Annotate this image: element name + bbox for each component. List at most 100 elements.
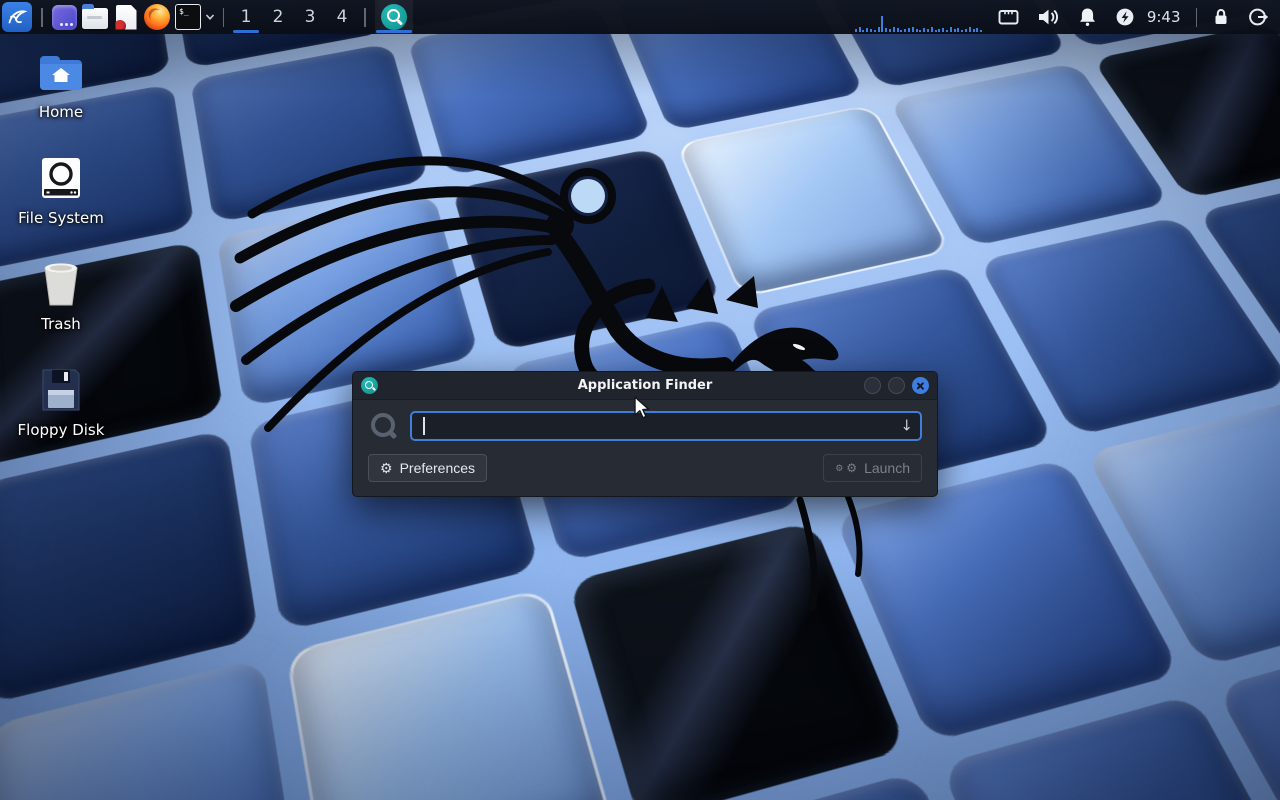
- cpu-graph-bar: [908, 28, 910, 32]
- application-finder-icon: [361, 377, 378, 394]
- cpu-graph-bar: [878, 27, 880, 32]
- mouse-cursor: [634, 396, 654, 422]
- minimize-button[interactable]: [864, 377, 881, 394]
- cpu-graph-bar: [893, 27, 895, 32]
- lock-icon: [1211, 6, 1231, 28]
- cpu-graph-bar: [927, 29, 929, 32]
- desktop-icon-label: Floppy Disk: [18, 421, 105, 439]
- network-tray-icon[interactable]: [989, 0, 1028, 34]
- cpu-graph-bar: [904, 29, 906, 32]
- workspace-4[interactable]: 4: [326, 0, 358, 34]
- workspace-1[interactable]: 1: [230, 0, 262, 34]
- launcher-terminal[interactable]: $_: [173, 0, 204, 34]
- cpu-graph[interactable]: [853, 0, 985, 34]
- desktop-icon-floppy-disk[interactable]: Floppy Disk: [17, 366, 105, 472]
- cpu-graph-bar: [950, 27, 952, 32]
- volume-tray-icon[interactable]: [1028, 0, 1069, 34]
- desktop-icon-trash[interactable]: Trash: [17, 260, 105, 366]
- panel-separator: [223, 8, 225, 27]
- cpu-graph-bar: [919, 30, 921, 32]
- launcher-text-editor[interactable]: [111, 0, 142, 34]
- terminal-icon: $_: [175, 4, 201, 30]
- desktop-icon-home[interactable]: Home: [17, 48, 105, 154]
- power-manager-tray-icon[interactable]: [1106, 0, 1144, 34]
- cpu-graph-bar: [935, 30, 937, 32]
- logout-button[interactable]: [1239, 0, 1278, 34]
- gear-icon: ⚙: [835, 464, 843, 473]
- cpu-graph-bar: [897, 28, 899, 32]
- cpu-graph-bar: [900, 30, 902, 32]
- preferences-button[interactable]: ⚙ Preferences: [368, 454, 487, 482]
- application-finder-window: Application Finder ↓ ⚙ Preferences ⚙ ⚙ L…: [352, 371, 938, 497]
- window-app-icon: [52, 5, 77, 30]
- workspace-3[interactable]: 3: [294, 0, 326, 34]
- terminal-dropdown[interactable]: [205, 12, 215, 22]
- desktop-icon-label: Trash: [41, 315, 81, 333]
- desktop-icon-label: File System: [18, 209, 104, 227]
- cpu-graph-bar: [874, 30, 876, 32]
- cpu-graph-bar: [980, 30, 982, 32]
- cpu-graph-bar: [923, 28, 925, 32]
- hard-drive-icon: [37, 154, 85, 202]
- close-button[interactable]: [912, 377, 929, 394]
- launcher-window-app[interactable]: [49, 0, 80, 34]
- cpu-graph-bar: [961, 30, 963, 32]
- home-folder-icon: [37, 48, 85, 96]
- cpu-graph-bar: [859, 27, 861, 32]
- power-bolt-icon: [1114, 6, 1136, 28]
- trash-icon: [37, 260, 85, 308]
- file-manager-icon: [82, 8, 108, 29]
- cpu-graph-bar: [976, 28, 978, 32]
- launch-label: Launch: [864, 460, 910, 476]
- cpu-graph-bar: [954, 29, 956, 32]
- launch-button[interactable]: ⚙ ⚙ Launch: [823, 454, 922, 482]
- search-icon: [368, 411, 398, 441]
- maximize-button[interactable]: [888, 377, 905, 394]
- cpu-graph-bar: [870, 29, 872, 32]
- taskbar-application-finder-button[interactable]: [375, 0, 413, 34]
- cpu-graph-bar: [942, 28, 944, 32]
- search-input[interactable]: [410, 411, 922, 441]
- cpu-graph-bar: [946, 30, 948, 32]
- application-finder-icon: [381, 4, 407, 30]
- bell-icon: [1077, 6, 1098, 28]
- panel-separator: [1196, 8, 1198, 27]
- text-editor-icon: [116, 5, 137, 30]
- firefox-icon: [144, 4, 170, 30]
- lock-screen-button[interactable]: [1203, 0, 1239, 34]
- desktop-icon-label: Home: [39, 103, 83, 121]
- cpu-graph-bar: [957, 28, 959, 32]
- cpu-graph-bar: [973, 29, 975, 32]
- cpu-graph-bar: [912, 27, 914, 32]
- kali-logo-icon: [6, 6, 28, 28]
- cpu-graph-bar: [866, 28, 868, 32]
- preferences-label: Preferences: [400, 460, 475, 476]
- panel-separator: [41, 8, 43, 27]
- launcher-file-manager[interactable]: [80, 0, 111, 34]
- ethernet-icon: [997, 6, 1020, 28]
- cpu-graph-bar: [885, 28, 887, 32]
- launcher-firefox[interactable]: [142, 0, 173, 34]
- gear-icon: ⚙: [380, 461, 393, 475]
- floppy-disk-icon: [37, 366, 85, 414]
- cpu-graph-bar: [965, 29, 967, 32]
- desktop-icons: Home File System Trash: [17, 48, 105, 472]
- panel-separator: [364, 8, 366, 27]
- applications-menu-button[interactable]: [2, 2, 32, 32]
- cpu-graph-bar: [862, 30, 864, 32]
- cpu-graph-bar: [855, 29, 857, 32]
- cpu-graph-bar: [938, 29, 940, 32]
- workspace-2[interactable]: 2: [262, 0, 294, 34]
- cpu-graph-bar: [889, 29, 891, 32]
- window-title: Application Finder: [353, 378, 937, 393]
- notifications-tray-icon[interactable]: [1069, 0, 1106, 34]
- logout-icon: [1247, 6, 1270, 28]
- speaker-icon: [1036, 6, 1061, 28]
- desktop-icon-file-system[interactable]: File System: [17, 154, 105, 260]
- clock[interactable]: 9:43: [1144, 8, 1190, 26]
- history-dropdown-arrow-icon[interactable]: ↓: [900, 419, 913, 434]
- text-caret: [423, 417, 425, 435]
- cpu-graph-bar: [916, 29, 918, 32]
- top-panel: $_ 1 2 3 4: [0, 0, 1280, 34]
- chevron-down-icon: [205, 12, 215, 22]
